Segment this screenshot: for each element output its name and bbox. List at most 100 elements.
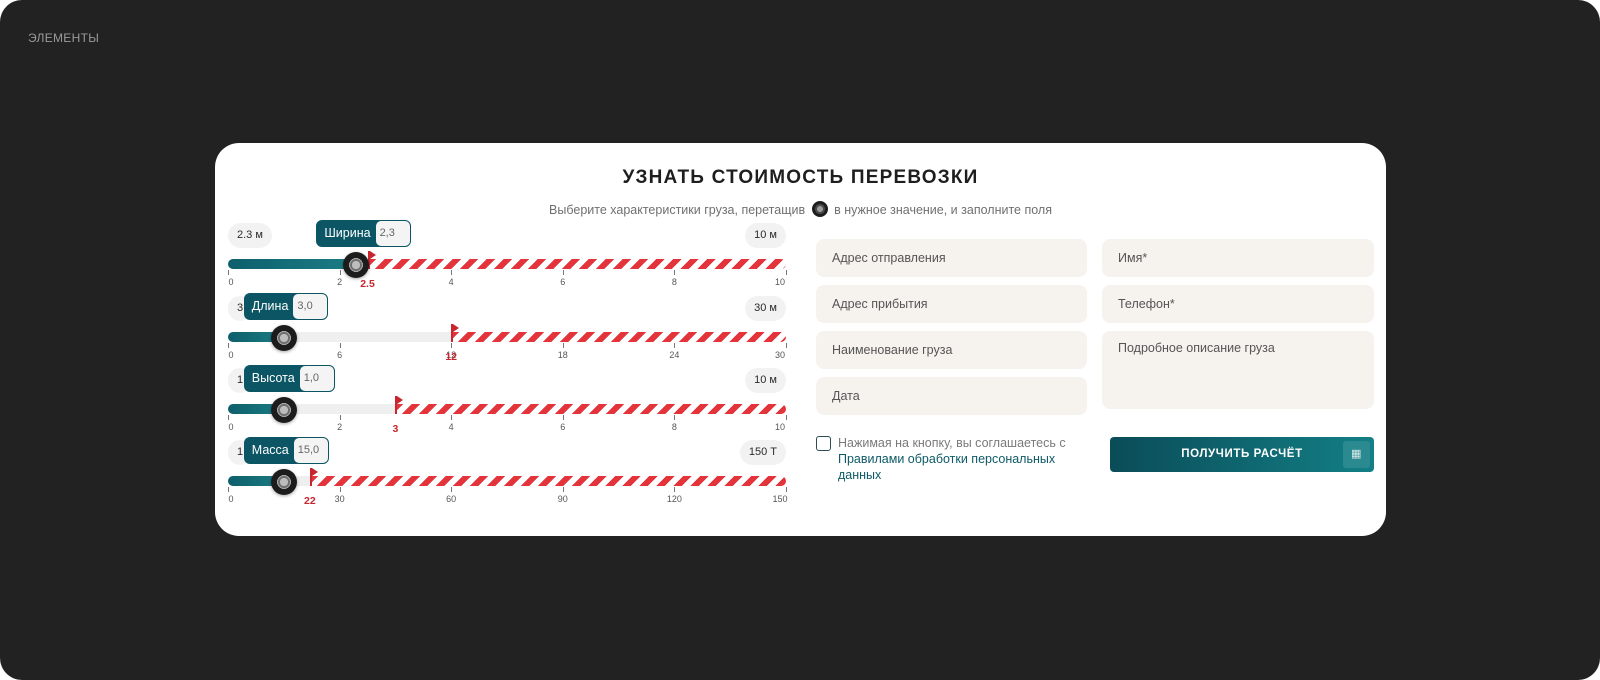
scale-tick bbox=[786, 343, 787, 348]
limit-value-label: 3 bbox=[392, 423, 399, 435]
scale-tick bbox=[339, 270, 341, 275]
slider-label: Ширина bbox=[324, 226, 371, 240]
scale-tick bbox=[339, 343, 341, 348]
scale-tick bbox=[451, 270, 453, 275]
hazard-zone bbox=[367, 259, 786, 269]
arrival-address-field[interactable]: Адрес прибытия bbox=[816, 285, 1087, 323]
slider-label: Длина bbox=[251, 299, 289, 313]
phone-field[interactable]: Телефон* bbox=[1102, 285, 1374, 323]
dark-frame: ЭЛЕМЕНТЫ УЗНАТЬ СТОИМОСТЬ ПЕРЕВОЗКИ Выбе… bbox=[0, 0, 1600, 680]
limit-value-label: 22 bbox=[303, 495, 316, 507]
scale-tick bbox=[786, 270, 787, 275]
consent-text: Нажимая на кнопку, вы соглашаетесь с Пра… bbox=[838, 435, 1088, 483]
date-field[interactable]: Дата bbox=[816, 377, 1087, 415]
slider-value: 15,0 bbox=[293, 438, 328, 463]
limit-value-label: 12 bbox=[445, 351, 458, 363]
limit-flag-icon bbox=[309, 468, 318, 486]
get-quote-button[interactable]: ПОЛУЧИТЬ РАСЧЁТ ▦ bbox=[1110, 437, 1374, 472]
scale-tick bbox=[786, 415, 787, 420]
value-badge: Масса 15,0 bbox=[243, 437, 329, 464]
slider-value: 1,0 bbox=[299, 366, 334, 391]
subtitle: Выберите характеристики груза, перетащив… bbox=[215, 201, 1386, 217]
slider-value: 2,3 bbox=[375, 221, 410, 246]
wheel-icon bbox=[811, 201, 828, 217]
scale-tick bbox=[674, 487, 676, 492]
scale-tick bbox=[451, 415, 453, 420]
max-value-pill: 150 Т bbox=[739, 440, 786, 465]
scale-tick bbox=[674, 343, 676, 348]
scale-tick-label: 0 bbox=[228, 277, 234, 287]
scale-tick bbox=[339, 415, 341, 420]
calculator-icon: ▦ bbox=[1343, 441, 1370, 468]
slider-scale: 0 6 12 18 24 30 12 bbox=[228, 343, 787, 365]
calculator-card: УЗНАТЬ СТОИМОСТЬ ПЕРЕВОЗКИ Выберите хара… bbox=[215, 143, 1386, 536]
value-badge: Высота 1,0 bbox=[243, 365, 335, 392]
scale-tick bbox=[786, 487, 787, 492]
slider-track[interactable] bbox=[228, 404, 786, 414]
scale-tick-label: 8 bbox=[671, 277, 677, 287]
max-value-pill: 30 м bbox=[745, 296, 786, 321]
scale-tick-label: 10 bbox=[774, 277, 786, 287]
departure-address-field[interactable]: Адрес отправления bbox=[816, 239, 1087, 277]
scale-tick-label: 0 bbox=[228, 494, 234, 504]
scale-tick-label: 30 bbox=[774, 350, 786, 360]
slider-scale: 0 30 60 90 120 150 22 bbox=[228, 487, 788, 509]
limit-value-label: 2.5 bbox=[360, 278, 375, 290]
scale-tick-label: 2 bbox=[337, 422, 343, 432]
scale-tick bbox=[562, 415, 564, 420]
scale-tick bbox=[339, 487, 341, 492]
scale-tick-label: 2 bbox=[337, 277, 343, 287]
scale-tick bbox=[228, 270, 229, 275]
slider-height[interactable]: 1 10 м Высота 1,0 0 2 4 6 8 10 3 bbox=[228, 365, 787, 438]
scale-tick bbox=[674, 270, 676, 275]
scale-tick bbox=[228, 487, 229, 492]
value-badge: Длина 3,0 bbox=[243, 293, 329, 320]
scale-tick bbox=[562, 487, 564, 492]
slider-mass[interactable]: 1 150 Т Масса 15,0 0 30 60 90 120 150 22 bbox=[228, 437, 788, 510]
scale-tick bbox=[562, 343, 564, 348]
scale-tick-label: 6 bbox=[337, 350, 343, 360]
min-value-pill: 2.3 м bbox=[228, 223, 272, 248]
subtitle-after: в нужное значение, и заполните поля bbox=[834, 203, 1052, 217]
privacy-policy-link[interactable]: Правилами обработки персональных данных bbox=[838, 452, 1055, 482]
cargo-description-field[interactable]: Подробное описание груза bbox=[1102, 331, 1374, 409]
scale-tick bbox=[562, 270, 564, 275]
hazard-zone bbox=[395, 404, 786, 414]
scale-tick-label: 0 bbox=[228, 350, 234, 360]
scale-tick-label: 150 bbox=[772, 494, 788, 504]
slider-scale: 0 2 4 6 8 10 2.5 bbox=[228, 270, 787, 292]
slider-value: 3,0 bbox=[293, 294, 328, 319]
scale-tick-label: 6 bbox=[560, 422, 566, 432]
scale-tick bbox=[674, 415, 676, 420]
scale-tick bbox=[451, 487, 453, 492]
max-value-pill: 10 м bbox=[745, 368, 786, 393]
scale-tick-label: 8 bbox=[671, 422, 677, 432]
scale-tick-label: 0 bbox=[228, 422, 234, 432]
value-badge: Ширина 2,3 bbox=[316, 220, 411, 247]
limit-flag-icon bbox=[395, 396, 404, 414]
consent-checkbox[interactable] bbox=[816, 436, 831, 451]
hazard-zone bbox=[309, 476, 786, 486]
section-label: ЭЛЕМЕНТЫ bbox=[28, 31, 100, 45]
scale-tick-label: 120 bbox=[666, 494, 682, 504]
slider-label: Масса bbox=[251, 443, 289, 457]
scale-tick-label: 6 bbox=[560, 277, 566, 287]
scale-tick-label: 90 bbox=[557, 494, 568, 504]
max-value-pill: 10 м bbox=[745, 223, 786, 248]
subtitle-before: Выберите характеристики груза, перетащив bbox=[549, 203, 806, 217]
cargo-name-field[interactable]: Наименование груза bbox=[816, 331, 1087, 369]
scale-tick-label: 10 bbox=[774, 422, 786, 432]
scale-tick-label: 30 bbox=[334, 494, 345, 504]
scale-tick bbox=[451, 343, 453, 348]
slider-width[interactable]: 2.3 м 10 м Ширина 2,3 0 2 4 6 8 10 2.5 bbox=[228, 220, 787, 293]
scale-tick-label: 60 bbox=[446, 494, 457, 504]
slider-scale: 0 2 4 6 8 10 3 bbox=[228, 415, 787, 437]
scale-tick-label: 24 bbox=[669, 350, 680, 360]
scale-tick-label: 4 bbox=[448, 422, 454, 432]
consent-label: Нажимая на кнопку, вы соглашаетесь с bbox=[838, 436, 1066, 450]
slider-track[interactable] bbox=[228, 259, 786, 269]
name-field[interactable]: Имя* bbox=[1102, 239, 1374, 277]
slider-track[interactable] bbox=[228, 332, 786, 342]
slider-fill bbox=[228, 259, 357, 269]
slider-length[interactable]: 3 30 м Длина 3,0 0 6 12 18 24 30 12 bbox=[228, 293, 787, 366]
